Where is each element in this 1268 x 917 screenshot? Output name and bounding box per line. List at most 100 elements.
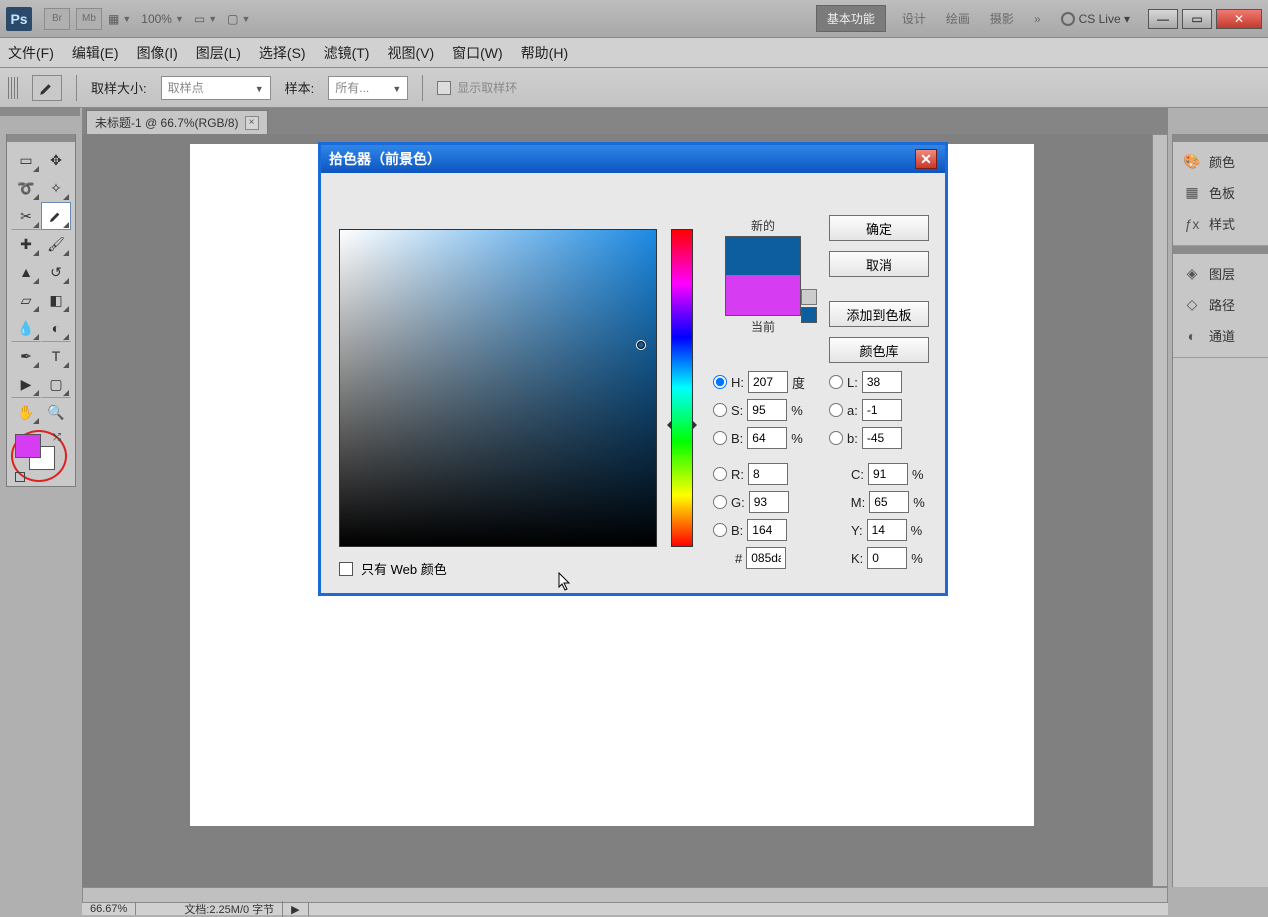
b-lab-input[interactable]	[862, 427, 902, 449]
bv-radio[interactable]	[713, 431, 727, 445]
menu-image[interactable]: 图像(I)	[137, 43, 178, 63]
vertical-scrollbar[interactable]	[1152, 134, 1168, 887]
default-colors-icon[interactable]	[15, 472, 25, 482]
move-tool[interactable]: ✥	[41, 146, 71, 174]
bv-input[interactable]	[747, 427, 787, 449]
c-input[interactable]	[868, 463, 908, 485]
window-close-button[interactable]: ✕	[1216, 9, 1262, 29]
eyedropper-tool[interactable]	[41, 202, 71, 230]
menu-help[interactable]: 帮助(H)	[521, 43, 568, 63]
workspace-more[interactable]: »	[1034, 12, 1041, 26]
arrange-dropdown[interactable]: ▭▼	[194, 12, 217, 26]
menu-file[interactable]: 文件(F)	[8, 43, 54, 63]
color-swatches[interactable]: ⤭	[11, 432, 71, 482]
optionsbar-grip[interactable]	[8, 77, 18, 99]
maximize-button[interactable]: ▭	[1182, 9, 1212, 29]
h-input[interactable]	[748, 371, 788, 393]
layout-dropdown[interactable]: ▦▼	[108, 12, 131, 26]
minimize-button[interactable]: —	[1148, 9, 1178, 29]
dialog-title-bar[interactable]: 拾色器（前景色） ✕	[321, 145, 945, 173]
cslive-menu[interactable]: CS Live ▾	[1061, 12, 1130, 26]
blur-tool[interactable]: 💧	[11, 314, 41, 342]
l-input[interactable]	[862, 371, 902, 393]
pen-tool[interactable]: ✒	[11, 342, 41, 370]
panel-styles[interactable]: ƒx样式	[1177, 208, 1264, 239]
workspace-photo[interactable]: 摄影	[990, 10, 1014, 27]
panel-channels[interactable]: ◐通道	[1177, 320, 1264, 351]
m-input[interactable]	[869, 491, 909, 513]
swap-colors-icon[interactable]: ⤭	[53, 432, 65, 444]
zoom-dropdown[interactable]: 100%▼	[141, 12, 184, 26]
g-radio[interactable]	[713, 495, 727, 509]
s-input[interactable]	[747, 399, 787, 421]
gradient-tool[interactable]: ◧	[41, 286, 71, 314]
eraser-tool[interactable]: ▱	[11, 286, 41, 314]
ok-button[interactable]: 确定	[829, 215, 929, 241]
a-radio[interactable]	[829, 403, 843, 417]
menu-filter[interactable]: 滤镜(T)	[324, 43, 370, 63]
bb-input[interactable]	[747, 519, 787, 541]
minibridge-button[interactable]: Mb	[76, 8, 102, 30]
crop-tool[interactable]: ✂	[11, 202, 41, 230]
gamut-corrected-swatch[interactable]	[801, 307, 817, 323]
h-radio[interactable]	[713, 375, 727, 389]
panel-swatches[interactable]: ▦色板	[1177, 177, 1264, 208]
document-tab-close-icon[interactable]: ×	[245, 116, 259, 130]
marquee-tool[interactable]: ▭	[11, 146, 41, 174]
k-input[interactable]	[867, 547, 907, 569]
dodge-tool[interactable]: ◐	[41, 314, 71, 342]
b-lab-radio[interactable]	[829, 431, 843, 445]
stamp-tool[interactable]: ▲	[11, 258, 41, 286]
add-swatch-button[interactable]: 添加到色板	[829, 301, 929, 327]
history-brush-tool[interactable]: ↺	[41, 258, 71, 286]
menu-select[interactable]: 选择(S)	[259, 43, 306, 63]
saturation-brightness-field[interactable]	[339, 229, 657, 547]
g-input[interactable]	[749, 491, 789, 513]
menu-layer[interactable]: 图层(L)	[196, 43, 241, 63]
tools-header-grip[interactable]	[0, 108, 80, 116]
r-input[interactable]	[748, 463, 788, 485]
gamut-warning-icon[interactable]	[801, 289, 817, 305]
menu-view[interactable]: 视图(V)	[387, 43, 434, 63]
a-input[interactable]	[862, 399, 902, 421]
hex-input[interactable]	[746, 547, 786, 569]
lasso-tool[interactable]: ➰	[11, 174, 41, 202]
path-select-tool[interactable]: ▶	[11, 370, 41, 398]
screenmode-dropdown[interactable]: ▢▼	[227, 12, 250, 26]
zoom-tool[interactable]: 🔍	[41, 398, 71, 426]
document-tab[interactable]: 未标题-1 @ 66.7%(RGB/8) ×	[86, 110, 268, 134]
cancel-button[interactable]: 取消	[829, 251, 929, 277]
show-ring-checkbox[interactable]	[437, 81, 451, 95]
workspace-design[interactable]: 设计	[902, 10, 926, 27]
bridge-button[interactable]: Br	[44, 8, 70, 30]
type-tool[interactable]: T	[41, 342, 71, 370]
healing-tool[interactable]: ✚	[11, 230, 41, 258]
r-radio[interactable]	[713, 467, 727, 481]
panel-layers[interactable]: ◈图层	[1177, 258, 1264, 289]
new-color-swatch[interactable]	[726, 237, 800, 275]
panel-paths[interactable]: ◇路径	[1177, 289, 1264, 320]
workspace-paint[interactable]: 绘画	[946, 10, 970, 27]
hue-slider[interactable]	[671, 229, 693, 547]
bb-radio[interactable]	[713, 523, 727, 537]
menu-window[interactable]: 窗口(W)	[452, 43, 503, 63]
s-radio[interactable]	[713, 403, 727, 417]
y-input[interactable]	[867, 519, 907, 541]
current-color-swatch[interactable]	[726, 275, 800, 315]
l-radio[interactable]	[829, 375, 843, 389]
panel-color[interactable]: 🎨颜色	[1177, 146, 1264, 177]
shape-tool[interactable]: ▢	[41, 370, 71, 398]
workspace-essentials[interactable]: 基本功能	[816, 5, 886, 32]
status-zoom[interactable]: 66.67%	[82, 903, 136, 915]
hand-tool[interactable]: ✋	[11, 398, 41, 426]
sample-combo[interactable]: 所有...▼	[328, 76, 408, 100]
quick-select-tool[interactable]: ✧	[41, 174, 71, 202]
sample-size-combo[interactable]: 取样点▼	[161, 76, 271, 100]
foreground-color-swatch[interactable]	[15, 434, 41, 458]
brush-tool[interactable]: 🖌	[41, 230, 71, 258]
web-only-checkbox[interactable]	[339, 562, 353, 576]
dialog-close-button[interactable]: ✕	[915, 149, 937, 169]
color-libraries-button[interactable]: 颜色库	[829, 337, 929, 363]
current-tool-icon[interactable]	[32, 75, 62, 101]
menu-edit[interactable]: 编辑(E)	[72, 43, 119, 63]
